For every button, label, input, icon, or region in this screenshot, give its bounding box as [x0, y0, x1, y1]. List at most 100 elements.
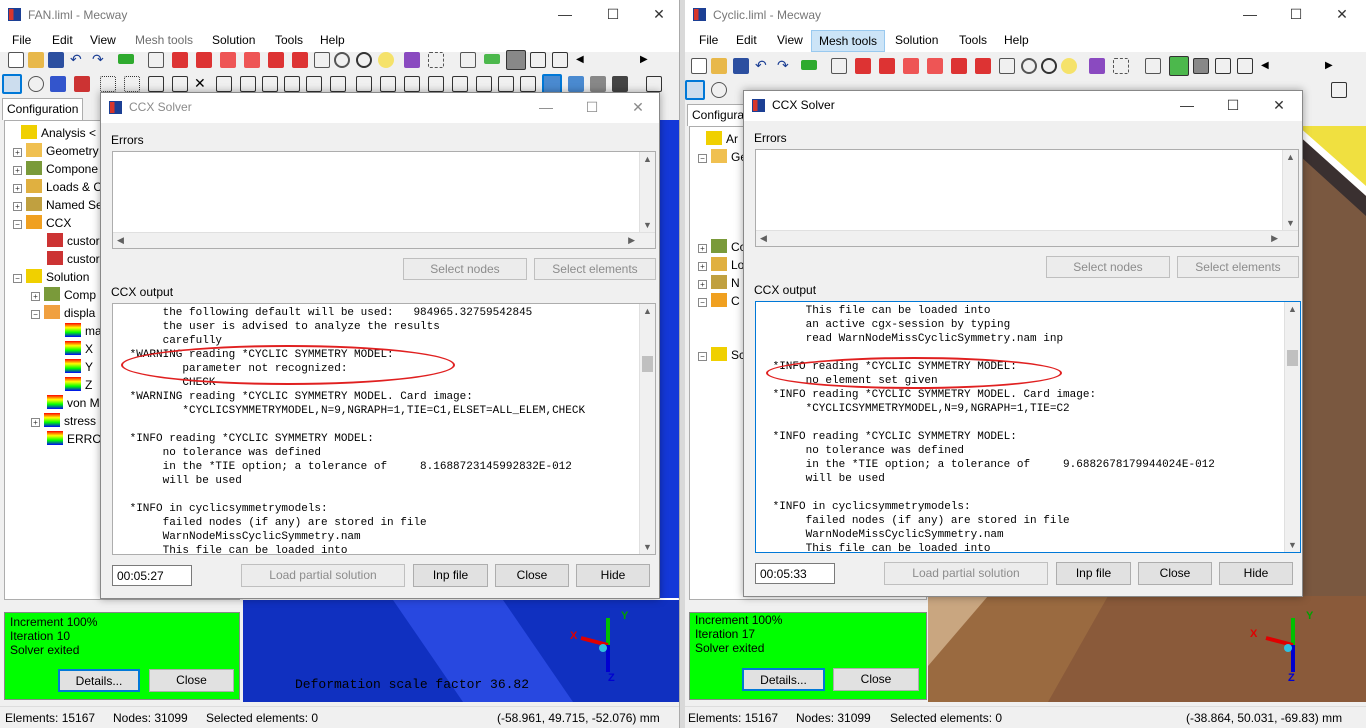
collapse-icon[interactable]: −	[698, 154, 707, 163]
select-arrow-icon[interactable]	[685, 80, 705, 100]
load-partial-solution-button[interactable]: Load partial solution	[884, 562, 1048, 585]
new-file-icon[interactable]	[8, 52, 24, 68]
inp-file-button[interactable]: Inp file	[1056, 562, 1131, 585]
scroll-left-icon[interactable]: ◀	[576, 52, 592, 68]
node-tool-icon[interactable]	[476, 76, 492, 92]
node-tool-icon[interactable]	[498, 76, 514, 92]
scroll-thumb[interactable]	[642, 356, 653, 372]
select-arrow-icon[interactable]	[2, 74, 22, 94]
select-node-icon[interactable]	[711, 82, 727, 98]
expand-icon[interactable]: +	[31, 292, 40, 301]
zoom-box-icon[interactable]	[314, 52, 330, 68]
menu-help[interactable]: Help	[320, 33, 345, 47]
menu-view[interactable]: View	[777, 33, 803, 47]
errors-horizontal-scrollbar[interactable]: ◀ ▶	[756, 230, 1298, 246]
node-tool-icon[interactable]	[306, 76, 322, 92]
collapse-icon[interactable]: −	[31, 310, 40, 319]
node-tool-icon[interactable]	[380, 76, 396, 92]
redo-icon[interactable]: ↷	[92, 52, 108, 68]
menu-tools[interactable]: Tools	[959, 33, 987, 47]
cube-wire-icon[interactable]	[148, 52, 164, 68]
tree-item-ccx[interactable]: − C	[698, 293, 740, 308]
dialog-maximize-button[interactable]: ☐	[569, 93, 615, 123]
collapse-icon[interactable]: −	[13, 220, 22, 229]
cube-red-icon[interactable]	[951, 58, 967, 74]
menu-file[interactable]: File	[699, 33, 718, 47]
tree-item-ccx[interactable]: − CCX	[13, 215, 71, 230]
node-tool-icon[interactable]	[356, 76, 372, 92]
contour-icon[interactable]	[568, 76, 584, 92]
open-folder-icon[interactable]	[711, 58, 727, 74]
save-icon[interactable]	[733, 58, 749, 74]
tree-item-stress[interactable]: + stress	[31, 413, 96, 428]
dialog-close-action-button[interactable]: Close	[495, 564, 569, 587]
tree-item-custom-1[interactable]: custor	[47, 233, 100, 248]
animation-icon[interactable]	[612, 76, 628, 92]
menu-tools[interactable]: Tools	[275, 33, 303, 47]
cube-red-icon[interactable]	[196, 52, 212, 68]
hide-button[interactable]: Hide	[1219, 562, 1293, 585]
tree-item-custom-2[interactable]: custor	[47, 251, 100, 266]
maximize-button[interactable]: ☐	[590, 0, 636, 30]
wireframe-view-icon[interactable]	[530, 52, 546, 68]
errors-vertical-scrollbar[interactable]: ▲ ▼	[1282, 150, 1298, 230]
tree-item-loads[interactable]: + Loads & C	[13, 179, 102, 194]
output-vertical-scrollbar[interactable]: ▲ ▼	[639, 304, 655, 554]
solid-view-icon[interactable]	[1193, 58, 1209, 74]
surface-icon[interactable]	[1169, 56, 1189, 76]
tree-item-solution[interactable]: − Solution	[13, 269, 89, 284]
paint-icon[interactable]	[1089, 58, 1105, 74]
node-tool-icon[interactable]	[262, 76, 278, 92]
grid-view-icon[interactable]	[552, 52, 568, 68]
node-tool-icon[interactable]	[240, 76, 256, 92]
node-tool-icon[interactable]	[452, 76, 468, 92]
errors-horizontal-scrollbar[interactable]: ◀ ▶	[113, 232, 655, 248]
cube-wire-icon[interactable]	[831, 58, 847, 74]
contour-icon[interactable]	[542, 74, 562, 94]
details-button[interactable]: Details...	[58, 669, 140, 692]
menu-mesh-tools[interactable]: Mesh tools	[135, 33, 193, 47]
expand-icon[interactable]: +	[13, 166, 22, 175]
select-nodes-button[interactable]: Select nodes	[403, 258, 527, 280]
tree-item-analysis[interactable]: Analysis <	[21, 125, 96, 140]
contour-icon[interactable]	[590, 76, 606, 92]
menu-edit[interactable]: Edit	[52, 33, 73, 47]
tree-item-components[interactable]: + Cc	[698, 239, 746, 254]
errors-list[interactable]: ▲ ▼ ◀ ▶	[112, 151, 656, 249]
solid-view-icon[interactable]	[506, 50, 526, 70]
tab-configuration[interactable]: Configura	[687, 104, 750, 126]
select-elements-button[interactable]: Select elements	[1177, 256, 1299, 278]
tree-item-von-mises[interactable]: von M	[47, 395, 100, 410]
node-tool-icon[interactable]	[520, 76, 536, 92]
node-tool-icon[interactable]	[330, 76, 346, 92]
cube-red-icon[interactable]	[855, 58, 871, 74]
node-tool-icon[interactable]	[284, 76, 300, 92]
dialog-close-button[interactable]: ✕	[615, 93, 661, 123]
details-button[interactable]: Details...	[742, 668, 825, 691]
zoom-fit-icon[interactable]	[1061, 58, 1077, 74]
expand-icon[interactable]: +	[13, 202, 22, 211]
node-tool-icon[interactable]	[404, 76, 420, 92]
grid-view-icon[interactable]	[1237, 58, 1253, 74]
undo-icon[interactable]: ↶	[755, 58, 771, 74]
table-icon[interactable]	[1331, 82, 1347, 98]
expand-icon[interactable]: +	[31, 418, 40, 427]
tree-item-named-selections[interactable]: + Named Se	[13, 197, 103, 212]
tree-item-components-result[interactable]: + Comp	[31, 287, 96, 302]
tree-item-x[interactable]: X	[65, 341, 93, 356]
tree-item-components[interactable]: + Compone	[13, 161, 98, 176]
ccx-output-text[interactable]: the following default will be used: 9849…	[112, 303, 656, 555]
scroll-right-icon[interactable]: ▶	[1325, 58, 1341, 74]
cube-red-icon[interactable]	[927, 58, 943, 74]
dialog-close-button[interactable]: ✕	[1256, 91, 1302, 121]
scroll-left-icon[interactable]: ◀	[1261, 58, 1277, 74]
tree-item-named-selections[interactable]: + N	[698, 275, 740, 290]
delete-tool-icon[interactable]: ✕	[194, 76, 210, 92]
ccx-output-text[interactable]: This file can be loaded into an active c…	[755, 301, 1301, 553]
surface-icon[interactable]	[484, 54, 500, 64]
menu-view[interactable]: View	[90, 33, 116, 47]
select-node-icon[interactable]	[28, 76, 44, 92]
minimize-button[interactable]: —	[1227, 0, 1273, 30]
node-tool-icon[interactable]	[148, 76, 164, 92]
wireframe-view-icon[interactable]	[1215, 58, 1231, 74]
